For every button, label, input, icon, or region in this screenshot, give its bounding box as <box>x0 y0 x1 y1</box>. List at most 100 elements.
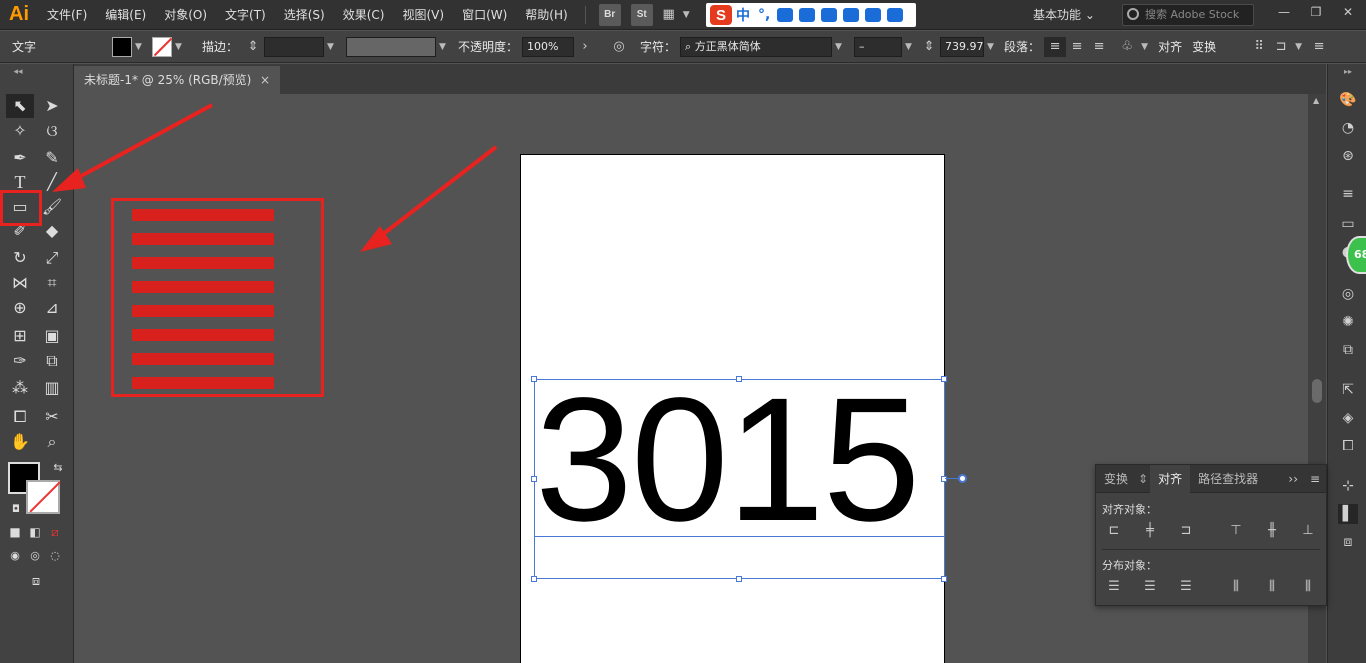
stepper-icon[interactable]: ⇕ <box>918 37 940 57</box>
chevron-down-icon[interactable]: ▼ <box>905 42 915 52</box>
align-right-edge-icon[interactable]: ⊐ <box>1176 521 1196 541</box>
distribute-bottom-icon[interactable]: ☰ <box>1176 577 1196 597</box>
color-guide-icon[interactable]: ◔ <box>1338 118 1358 138</box>
more-tabs-icon[interactable]: ›› <box>1288 465 1298 493</box>
pen-tool-icon[interactable]: ✒ <box>6 146 34 170</box>
artboards-icon[interactable]: ⧠ <box>1338 436 1358 456</box>
chevron-down-icon[interactable]: ▼ <box>987 42 997 52</box>
chevron-down-icon[interactable]: ▼ <box>683 10 693 20</box>
menu-file[interactable]: 文件(F) <box>38 0 96 30</box>
fill-swatch[interactable] <box>112 36 132 57</box>
resize-handle[interactable] <box>736 376 742 382</box>
workspace-switcher[interactable]: 基本功能 ⌄ <box>1025 0 1109 30</box>
close-tab-icon[interactable]: × <box>260 66 270 94</box>
menu-select[interactable]: 选择(S) <box>275 0 334 30</box>
rotate-tool-icon[interactable]: ↻ <box>6 246 34 270</box>
align-top-edge-icon[interactable]: ⊤ <box>1226 521 1246 541</box>
distribute-right-icon[interactable]: ⫼ <box>1298 577 1318 597</box>
minimize-icon[interactable]: — <box>1268 0 1300 24</box>
transform-panel-icon[interactable]: ⊹ <box>1338 476 1358 496</box>
graphic-styles-icon[interactable]: ✺ <box>1338 312 1358 332</box>
paintbrush-icon[interactable]: 🖌 <box>38 195 66 219</box>
chevron-down-icon[interactable]: ▼ <box>439 42 449 52</box>
recolor-icon[interactable]: ◎ <box>608 37 630 57</box>
keyboard-icon[interactable] <box>821 8 838 22</box>
ime-punct[interactable]: °, <box>758 7 770 23</box>
stroke-weight-field[interactable] <box>264 36 325 57</box>
slice-tool-icon[interactable]: ✂ <box>38 405 66 429</box>
eraser-icon[interactable]: ◆ <box>38 219 66 243</box>
artboard-tool-icon[interactable]: ⧠ <box>6 405 34 429</box>
stroke-swatch[interactable] <box>152 36 173 57</box>
chevron-down-icon[interactable]: ▼ <box>135 42 145 52</box>
hand-tool-icon[interactable]: ✋ <box>6 430 34 454</box>
swatches-icon[interactable]: ⊛ <box>1338 146 1358 166</box>
isolate-icon[interactable]: ⠿ <box>1248 37 1270 57</box>
draw-behind-icon[interactable]: ◎ <box>24 544 46 568</box>
collapse-icon[interactable]: ◂◂ <box>4 66 32 78</box>
font-size-field[interactable]: 739.97 <box>940 36 985 57</box>
chevron-down-icon[interactable]: ▼ <box>1141 42 1151 52</box>
color-panel-icon[interactable]: 🎨 <box>1338 90 1358 110</box>
gradient-tool-icon[interactable]: ▣ <box>38 324 66 348</box>
align-bottom-edge-icon[interactable]: ⊥ <box>1298 521 1318 541</box>
stroke-profile-select[interactable] <box>346 36 437 57</box>
resize-handle[interactable] <box>531 576 537 582</box>
menu-window[interactable]: 窗口(W) <box>453 0 516 30</box>
stepper-icon[interactable]: ⇕ <box>242 37 264 57</box>
align-center-icon[interactable]: ≡ <box>1066 37 1088 57</box>
resize-handle[interactable] <box>941 576 947 582</box>
tab-transform[interactable]: 变换 <box>1096 465 1136 493</box>
chevron-down-icon[interactable]: ▼ <box>1295 42 1305 52</box>
magic-wand-icon[interactable]: ✧ <box>6 119 34 143</box>
user-icon[interactable] <box>843 8 860 22</box>
free-transform-icon[interactable]: ⌗ <box>38 271 66 295</box>
direct-selection-tool-icon[interactable]: ➤ <box>38 94 66 118</box>
menu-help[interactable]: 帮助(H) <box>516 0 576 30</box>
blend-tool-icon[interactable]: ⧉ <box>38 349 66 373</box>
mic-icon[interactable] <box>799 8 816 22</box>
align-horizontal-center-icon[interactable]: ╪ <box>1140 521 1160 541</box>
pathfinder-icon[interactable]: ⧈ <box>1338 532 1358 552</box>
draw-normal-icon[interactable]: ◉ <box>4 544 26 568</box>
toolbox-icon[interactable] <box>887 8 904 22</box>
align-right-icon[interactable]: ≡ <box>1088 37 1110 57</box>
tab-swap-icon[interactable]: ⇕ <box>1136 465 1150 493</box>
menu-edit[interactable]: 编辑(E) <box>96 0 155 30</box>
stock-button[interactable]: St <box>630 3 653 26</box>
emoji-icon[interactable] <box>777 8 794 22</box>
notification-badge[interactable]: 68 <box>1346 236 1366 274</box>
symbols-icon[interactable]: ⧉ <box>1338 340 1358 360</box>
chevron-down-icon[interactable]: ▼ <box>175 42 185 52</box>
screen-mode-icon[interactable]: ⧈ <box>22 570 50 594</box>
skin-icon[interactable] <box>865 8 882 22</box>
zoom-tool-icon[interactable]: ⌕ <box>38 430 66 454</box>
align-vertical-center-icon[interactable]: ╫ <box>1262 521 1282 541</box>
menu-type[interactable]: 文字(T) <box>216 0 275 30</box>
gradient-panel-icon[interactable]: ▭ <box>1338 214 1358 234</box>
font-style-select[interactable]: – <box>854 36 903 57</box>
symbol-sprayer-icon[interactable]: ⁂ <box>6 376 34 400</box>
line-tool-icon[interactable]: ╱ <box>38 170 66 194</box>
graph-tool-icon[interactable]: ▥ <box>38 376 66 400</box>
shape-builder-icon[interactable]: ⊕ <box>6 296 34 320</box>
distribute-vertical-center-icon[interactable]: ☰ <box>1140 577 1160 597</box>
font-family-select[interactable]: ⌕ 方正黑体简体 <box>680 36 833 57</box>
curvature-tool-icon[interactable]: ✎ <box>38 146 66 170</box>
scrollbar-thumb[interactable] <box>1312 379 1322 403</box>
sogou-logo-icon[interactable]: S <box>710 5 732 25</box>
panel-menu-icon[interactable]: ≡ <box>1310 465 1320 493</box>
selection-tool-icon[interactable]: ⬉ <box>6 94 34 118</box>
stroke-color-swatch[interactable] <box>26 480 60 514</box>
restore-icon[interactable]: ❐ <box>1300 0 1332 24</box>
touch-type-icon[interactable]: ♧ <box>1116 37 1138 57</box>
distribute-left-icon[interactable]: ⫼ <box>1226 577 1246 597</box>
gradient-mode-icon[interactable]: ◧ <box>24 520 46 544</box>
chevron-down-icon[interactable]: ▼ <box>327 42 337 52</box>
resize-handle[interactable] <box>941 376 947 382</box>
scroll-up-icon[interactable]: ▲ <box>1313 96 1319 105</box>
menu-effect[interactable]: 效果(C) <box>334 0 394 30</box>
align-link[interactable]: 对齐 <box>1158 38 1182 55</box>
expand-panels-icon[interactable]: ▸▸ <box>1338 66 1358 78</box>
text-type-handle[interactable] <box>958 474 967 483</box>
